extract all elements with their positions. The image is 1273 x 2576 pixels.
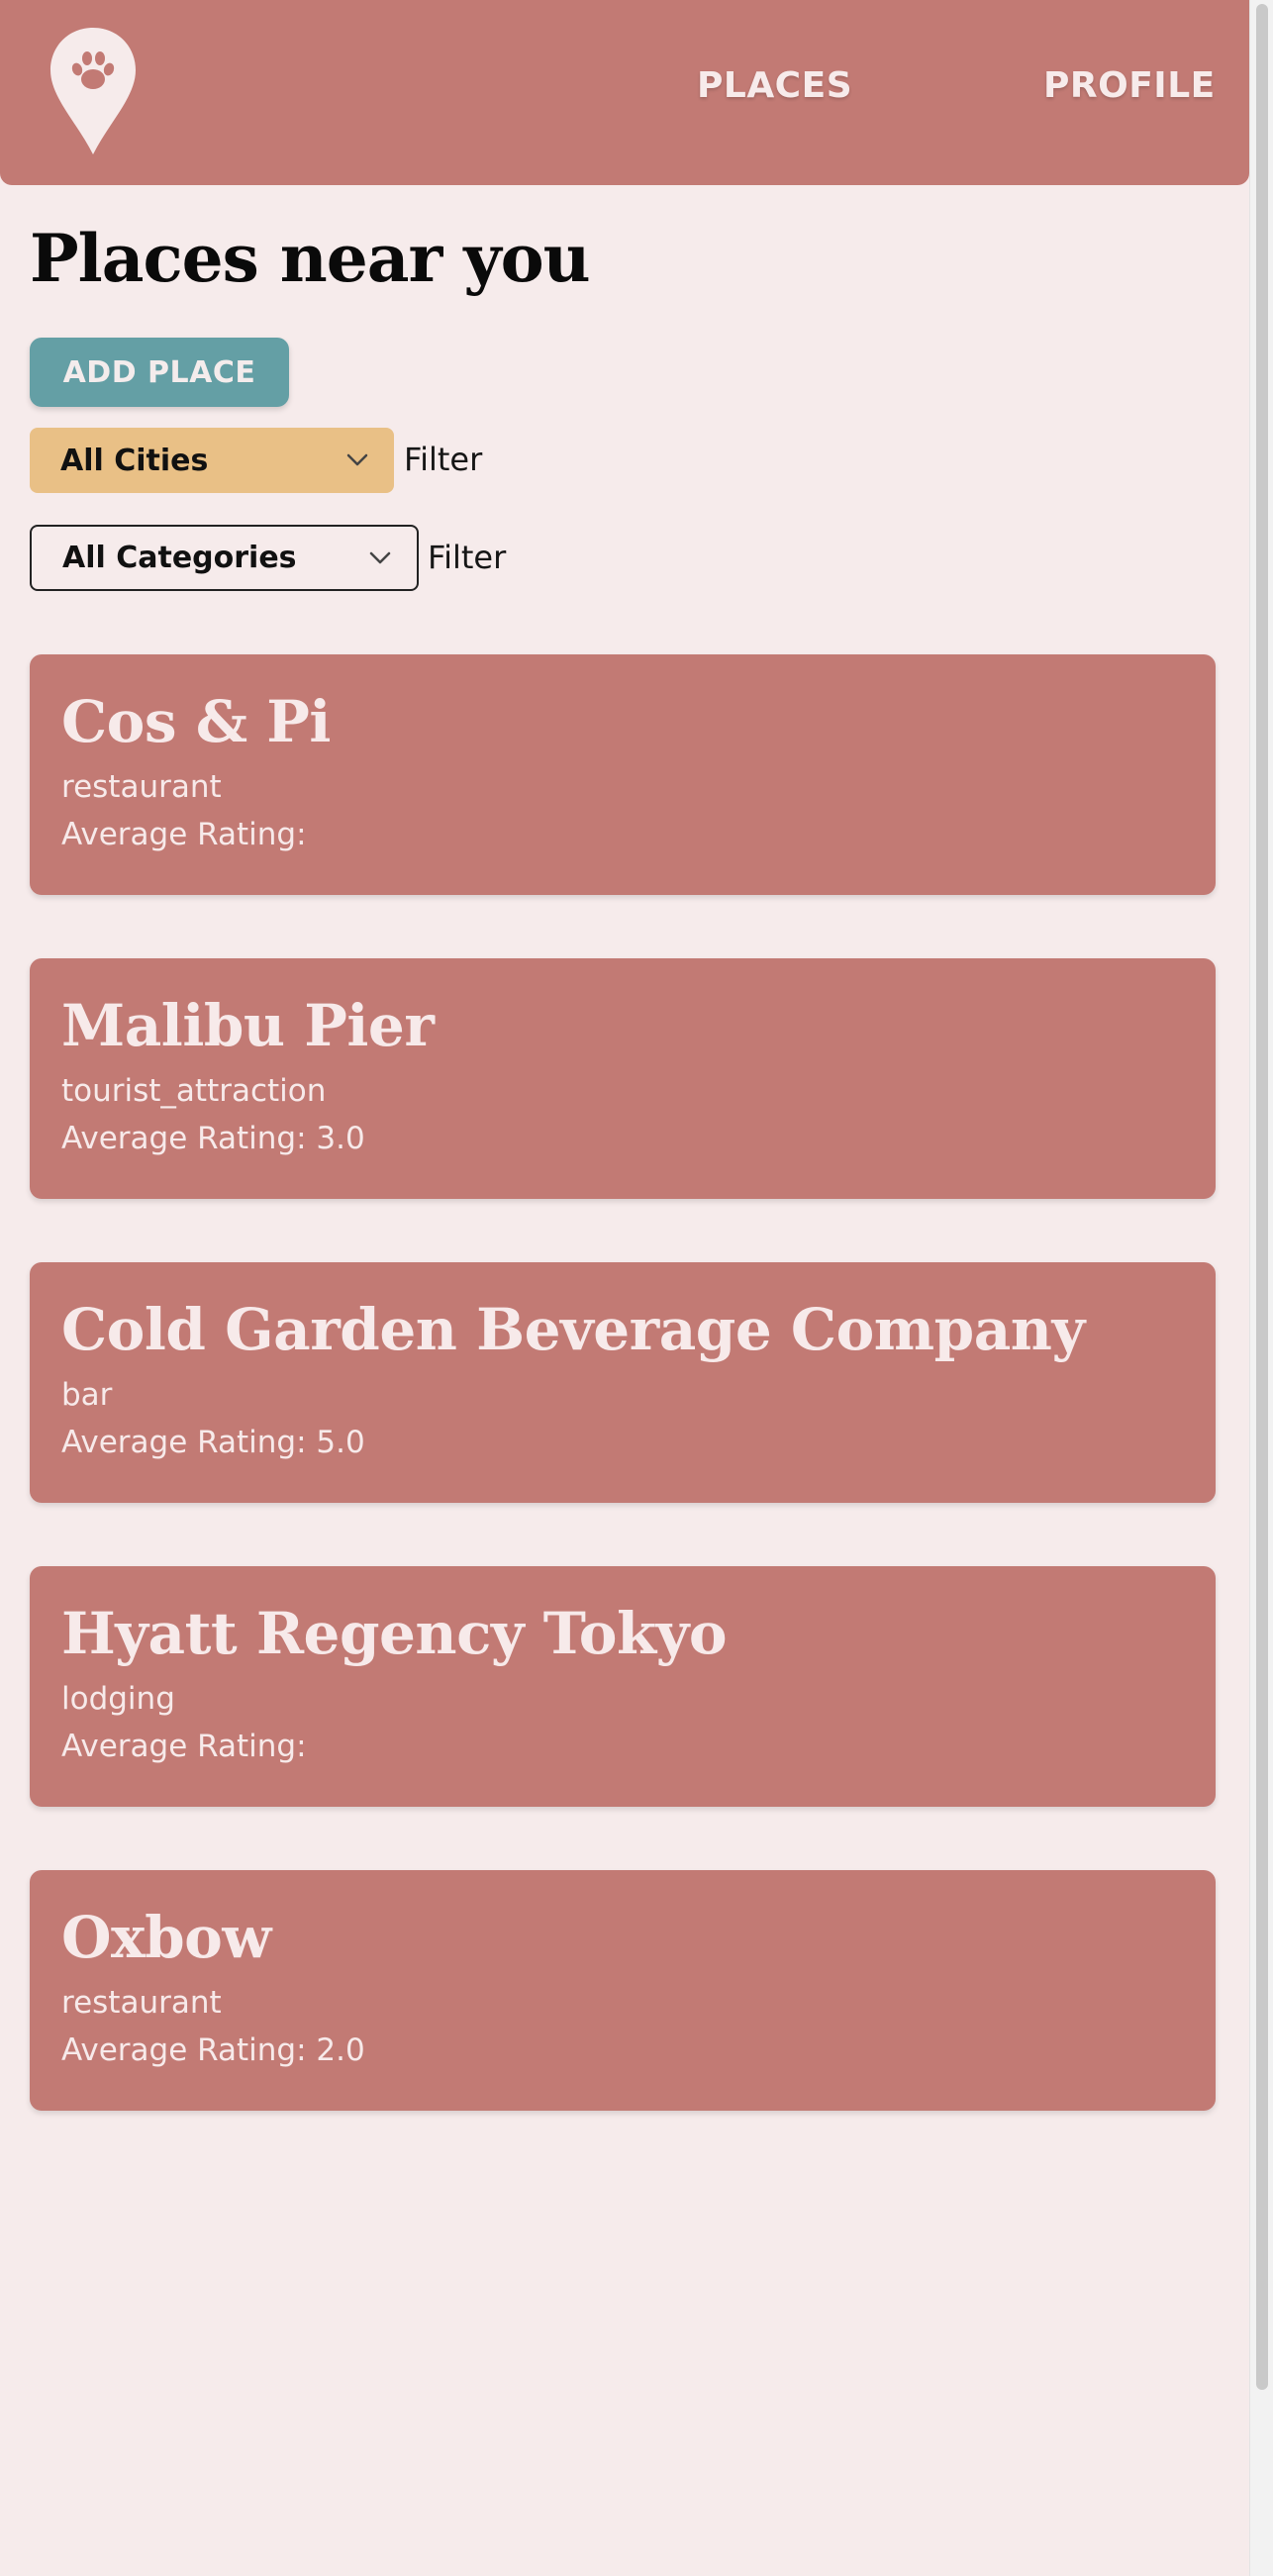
- category-select[interactable]: All Categories: [30, 525, 419, 591]
- city-select-value: All Cities: [60, 443, 209, 478]
- place-rating: Average Rating: 2.0: [61, 2032, 365, 2068]
- place-name: Hyatt Regency Tokyo: [61, 1600, 728, 1667]
- add-place-button[interactable]: ADD PLACE: [30, 338, 289, 407]
- city-filter-label: Filter: [404, 441, 483, 478]
- place-rating: Average Rating:: [61, 817, 307, 852]
- place-rating: Average Rating:: [61, 1729, 307, 1764]
- map-pin-paw-icon[interactable]: [48, 26, 139, 156]
- place-name: Cos & Pi: [61, 688, 331, 755]
- nav-profile-link[interactable]: PROFILE: [1043, 65, 1216, 106]
- place-name: Oxbow: [61, 1904, 271, 1971]
- place-category: restaurant: [61, 769, 222, 805]
- place-card[interactable]: Cold Garden Beverage Company bar Average…: [30, 1262, 1216, 1503]
- category-filter-label: Filter: [428, 539, 507, 576]
- place-name: Cold Garden Beverage Company: [61, 1296, 1085, 1363]
- place-name: Malibu Pier: [61, 992, 435, 1059]
- city-select[interactable]: All Cities: [30, 428, 394, 493]
- app-header: PLACES PROFILE: [0, 0, 1249, 185]
- nav-places-link[interactable]: PLACES: [697, 65, 852, 106]
- place-category: lodging: [61, 1681, 175, 1717]
- chevron-down-icon: [346, 453, 368, 466]
- place-category: restaurant: [61, 1985, 222, 2021]
- page-title: Places near you: [30, 220, 591, 297]
- place-card[interactable]: Oxbow restaurant Average Rating: 2.0: [30, 1870, 1216, 2111]
- app-viewport: PLACES PROFILE Places near you ADD PLACE…: [0, 0, 1273, 2576]
- place-rating: Average Rating: 3.0: [61, 1121, 365, 1156]
- place-card[interactable]: Cos & Pi restaurant Average Rating:: [30, 654, 1216, 895]
- place-card[interactable]: Hyatt Regency Tokyo lodging Average Rati…: [30, 1566, 1216, 1807]
- chevron-down-icon: [369, 551, 391, 563]
- scrollbar-thumb[interactable]: [1256, 4, 1268, 2390]
- place-category: tourist_attraction: [61, 1073, 327, 1109]
- place-category: bar: [61, 1377, 113, 1413]
- place-rating: Average Rating: 5.0: [61, 1425, 365, 1460]
- category-select-value: All Categories: [62, 541, 297, 575]
- place-card[interactable]: Malibu Pier tourist_attraction Average R…: [30, 958, 1216, 1199]
- vertical-scrollbar[interactable]: [1249, 0, 1273, 2576]
